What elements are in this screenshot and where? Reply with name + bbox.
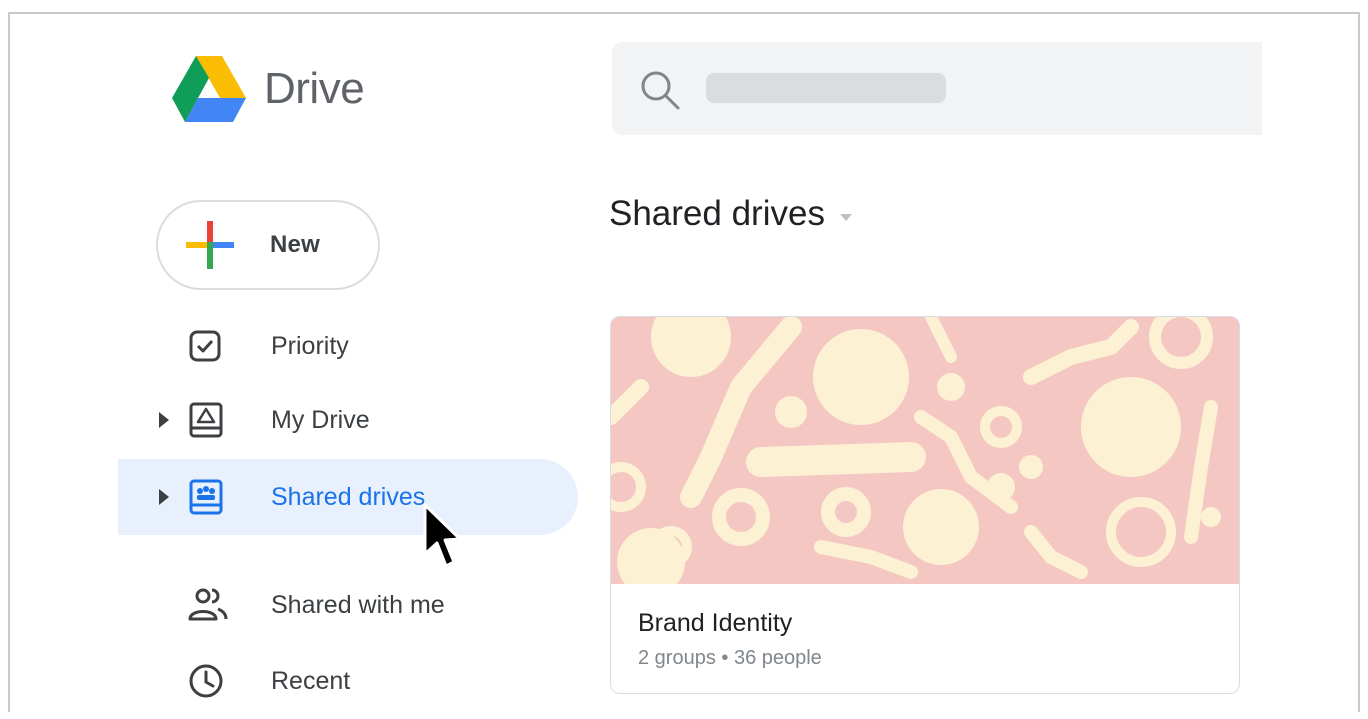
sidebar-item-label: My Drive bbox=[271, 405, 370, 434]
sidebar-item-label: Priority bbox=[271, 331, 349, 360]
page-title-text: Shared drives bbox=[609, 194, 825, 233]
drive-logo[interactable]: Drive bbox=[172, 56, 365, 122]
new-button[interactable]: New bbox=[156, 200, 380, 290]
sidebar-item-my-drive[interactable]: My Drive bbox=[118, 382, 578, 458]
card-cover-image bbox=[611, 317, 1239, 584]
chevron-down-icon[interactable] bbox=[839, 212, 853, 222]
sidebar-item-label: Shared with me bbox=[271, 590, 445, 619]
search-box[interactable] bbox=[612, 42, 1262, 135]
priority-icon bbox=[189, 330, 221, 362]
expand-arrow-icon[interactable] bbox=[158, 488, 170, 506]
shared-drive-card[interactable]: Brand Identity 2 groups • 36 people bbox=[610, 316, 1240, 694]
search-icon[interactable] bbox=[638, 68, 682, 112]
mouse-pointer-icon bbox=[423, 503, 462, 568]
card-subtitle: 2 groups • 36 people bbox=[638, 647, 822, 669]
page-title[interactable]: Shared drives bbox=[609, 194, 853, 234]
sidebar-item-label: Shared drives bbox=[271, 482, 426, 511]
card-cover-pattern bbox=[611, 317, 1239, 584]
sidebar-item-shared-with-me[interactable]: Shared with me bbox=[118, 567, 578, 643]
my-drive-icon bbox=[189, 402, 223, 438]
recent-icon bbox=[189, 664, 223, 698]
drive-logo-icon bbox=[172, 56, 246, 122]
card-title: Brand Identity bbox=[638, 609, 793, 637]
sidebar-item-recent[interactable]: Recent bbox=[118, 643, 578, 719]
app-name: Drive bbox=[264, 64, 365, 113]
new-button-label: New bbox=[270, 231, 320, 258]
plus-icon bbox=[186, 221, 234, 269]
sidebar-item-label: Recent bbox=[271, 666, 351, 695]
expand-arrow-icon[interactable] bbox=[158, 411, 170, 429]
shared-drives-icon bbox=[189, 479, 223, 515]
search-input[interactable] bbox=[706, 73, 946, 103]
sidebar-item-shared-drives[interactable]: Shared drives bbox=[118, 459, 578, 535]
shared-with-me-icon bbox=[188, 588, 228, 621]
sidebar-item-priority[interactable]: Priority bbox=[118, 308, 578, 384]
